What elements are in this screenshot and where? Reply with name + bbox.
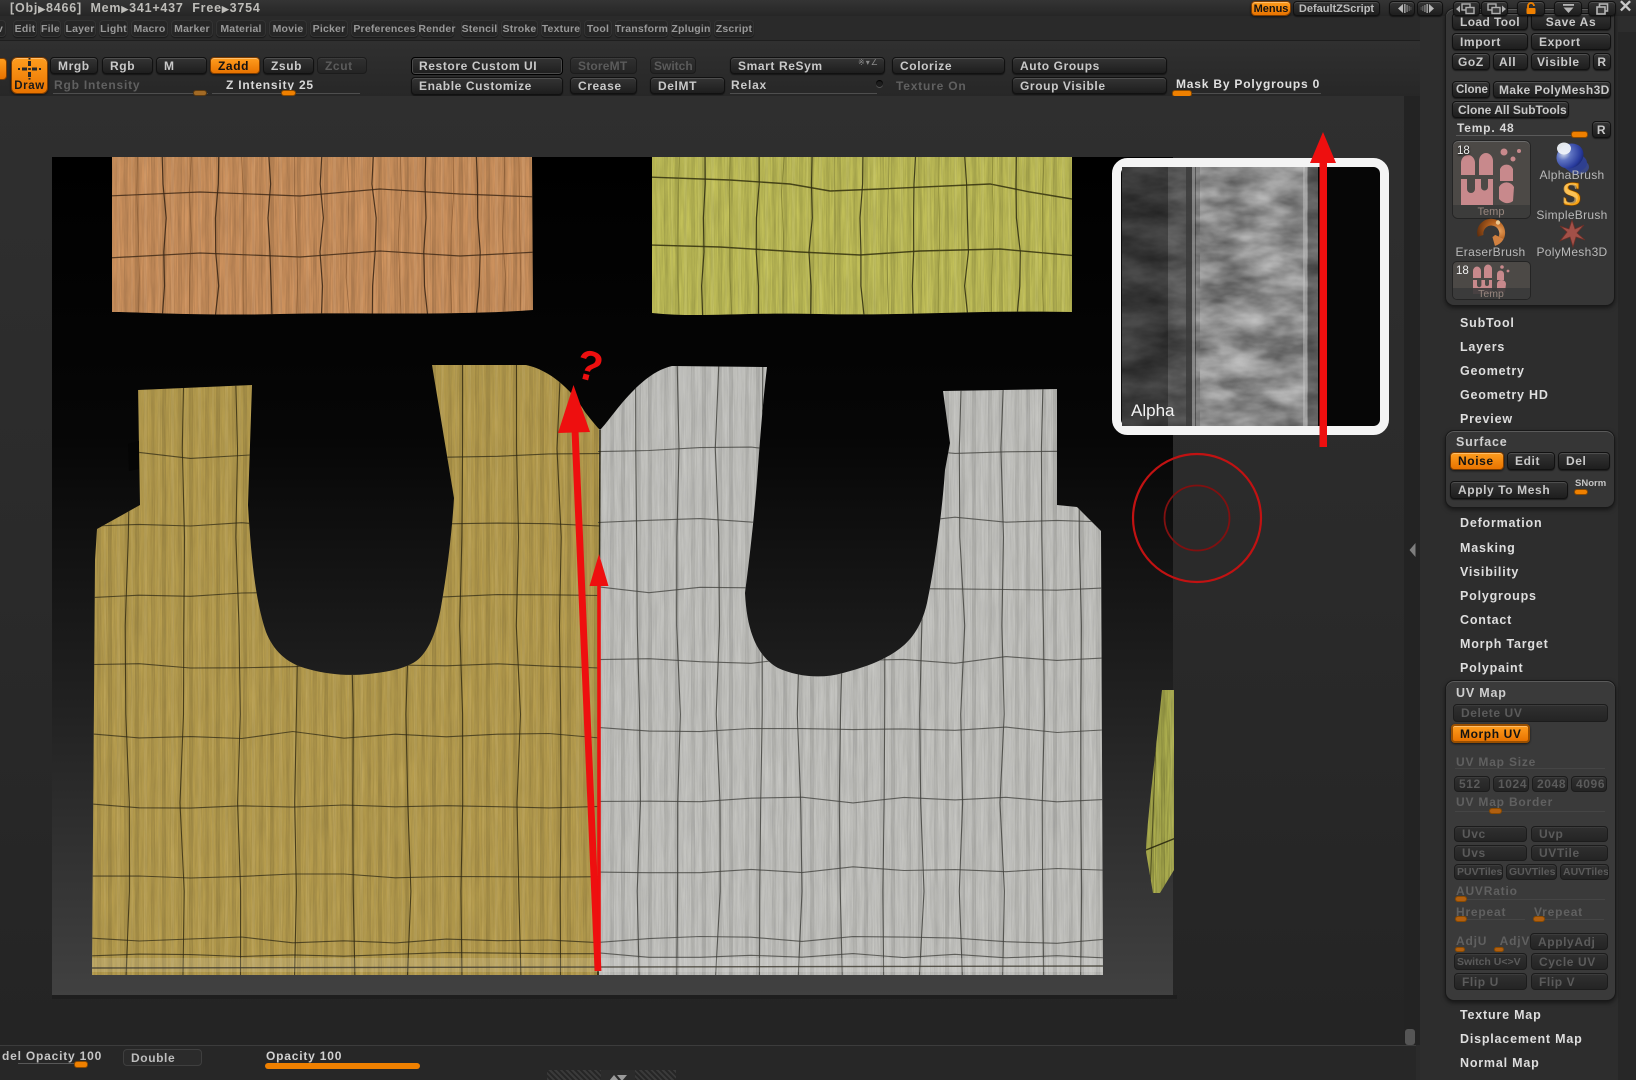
svg-text:18: 18 [1456,265,1469,277]
svg-text:Temp: Temp [1478,288,1504,299]
svg-text:Alpha: Alpha [1131,401,1175,420]
svg-text:18: 18 [1457,145,1470,157]
svg-text:S: S [1562,176,1579,211]
svg-text:Temp: Temp [1478,206,1505,218]
